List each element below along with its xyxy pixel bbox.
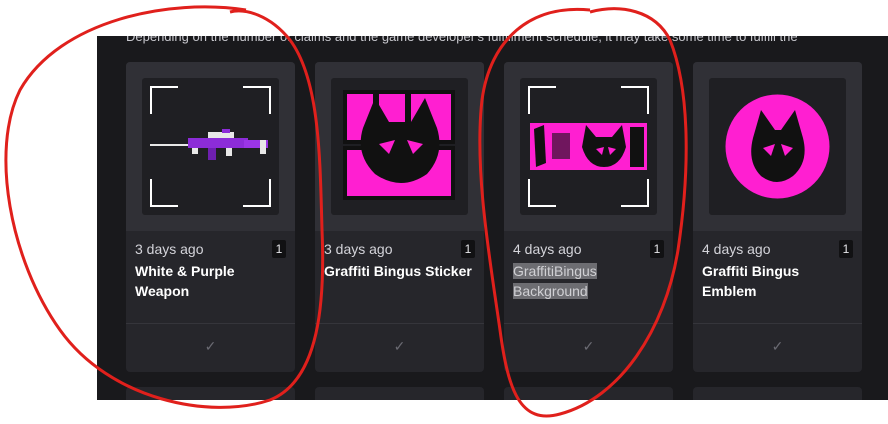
reward-card-emblem[interactable]: 4 days ago 1 Graffiti Bingus Emblem ✓ xyxy=(693,62,862,372)
frame-corner xyxy=(243,86,271,114)
check-icon: ✓ xyxy=(204,338,217,354)
quantity-badge: 1 xyxy=(650,240,664,258)
reward-thumbnail xyxy=(331,78,468,215)
claim-date: 3 days ago xyxy=(324,241,393,257)
claim-date: 4 days ago xyxy=(702,241,771,257)
reward-name: GraffitiBingus Background xyxy=(513,261,663,301)
frame-corner xyxy=(150,179,178,207)
check-icon: ✓ xyxy=(771,338,784,354)
claim-date: 3 days ago xyxy=(135,241,204,257)
reward-name: Graffiti Bingus Sticker xyxy=(324,263,472,279)
card-divider xyxy=(315,323,484,324)
card-divider xyxy=(504,323,673,324)
claimed-check-button[interactable]: ✓ xyxy=(504,338,673,355)
quantity-badge: 1 xyxy=(839,240,853,258)
reward-thumbnail-frame xyxy=(693,62,862,231)
frame-corner xyxy=(528,86,556,114)
card-divider xyxy=(126,323,295,324)
check-icon: ✓ xyxy=(582,338,595,354)
rewards-panel: Depending on the number of claims and th… xyxy=(97,36,888,400)
quantity-badge: 1 xyxy=(272,240,286,258)
claim-date: 4 days ago xyxy=(513,241,582,257)
sticker-image xyxy=(341,88,458,205)
weapon-image xyxy=(150,129,268,160)
claimed-check-button[interactable]: ✓ xyxy=(315,338,484,355)
frame-corner xyxy=(621,179,649,207)
reward-card-next-row[interactable] xyxy=(126,387,295,400)
card-divider xyxy=(693,323,862,324)
reward-card-weapon[interactable]: 3 days ago 1 White & Purple Weapon ✓ xyxy=(126,62,295,372)
quantity-badge: 1 xyxy=(461,240,475,258)
reward-card-sticker[interactable]: 3 days ago 1 Graffiti Bingus Sticker ✓ xyxy=(315,62,484,372)
reward-card-next-row[interactable] xyxy=(504,387,673,400)
reward-name-text: GraffitiBingus Background xyxy=(513,263,597,299)
frame-corner xyxy=(243,179,271,207)
reward-thumbnail xyxy=(520,78,657,215)
reward-thumbnail-frame xyxy=(315,62,484,231)
frame-corner xyxy=(621,86,649,114)
check-icon: ✓ xyxy=(393,338,406,354)
reward-thumbnail-frame xyxy=(504,62,673,231)
frame-corner xyxy=(528,179,556,207)
background-image xyxy=(530,123,647,170)
emblem-image xyxy=(725,94,830,199)
reward-thumbnail xyxy=(142,78,279,215)
reward-name: White & Purple Weapon xyxy=(135,263,235,299)
reward-thumbnail-frame xyxy=(126,62,295,231)
claimed-check-button[interactable]: ✓ xyxy=(693,338,862,355)
reward-card-next-row[interactable] xyxy=(693,387,862,400)
reward-name: Graffiti Bingus Emblem xyxy=(702,263,800,299)
claimed-check-button[interactable]: ✓ xyxy=(126,338,295,355)
reward-card-next-row[interactable] xyxy=(315,387,484,400)
reward-thumbnail xyxy=(709,78,846,215)
frame-corner xyxy=(150,86,178,114)
fulfillment-notice: Depending on the number of claims and th… xyxy=(126,36,798,44)
reward-card-background[interactable]: 4 days ago 1 GraffitiBingus Background ✓ xyxy=(504,62,673,372)
